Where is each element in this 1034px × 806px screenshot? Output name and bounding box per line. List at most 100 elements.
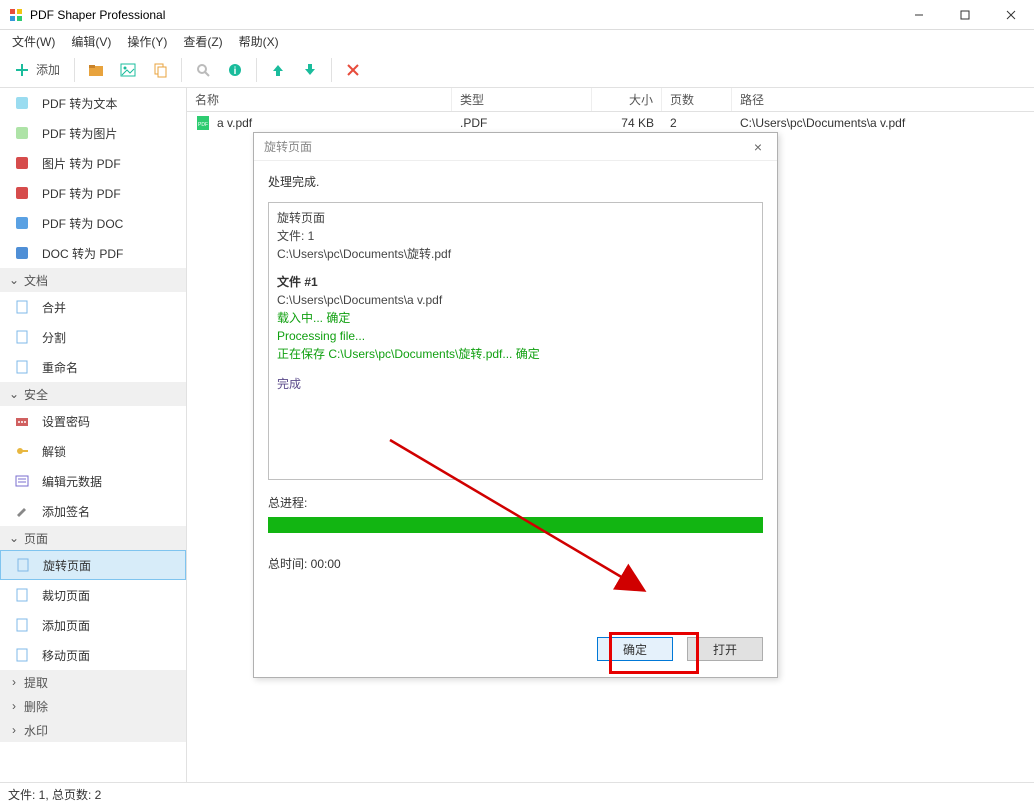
chevron-down-icon: ⌄: [8, 387, 20, 401]
sidebar-item[interactable]: 移动页面: [0, 640, 186, 670]
image-icon: [120, 62, 136, 78]
menu-edit[interactable]: 编辑(V): [63, 31, 119, 52]
section-label: 水印: [24, 722, 48, 739]
section-label: 删除: [24, 698, 48, 715]
sidebar-item[interactable]: 编辑元数据: [0, 466, 186, 496]
folder-icon: [88, 62, 104, 78]
file-row[interactable]: PDFa v.pdf .PDF 74 KB 2 C:\Users\pc\Docu…: [187, 112, 1034, 134]
up-button[interactable]: [263, 55, 293, 85]
statusbar: 文件: 1, 总页数: 2: [0, 782, 1034, 806]
sidebar-item[interactable]: PDF 转为图片: [0, 118, 186, 148]
dialog-title: 旋转页面: [264, 138, 312, 155]
sidebar-item-label: PDF 转为 PDF: [42, 185, 121, 202]
sidebar-item[interactable]: 合并: [0, 292, 186, 322]
app-icon: [8, 7, 24, 23]
info-icon: i: [227, 62, 243, 78]
open-button[interactable]: 打开: [687, 637, 763, 661]
section-watermark[interactable]: › 水印: [0, 718, 186, 742]
sidebar-item[interactable]: PDF 转为文本: [0, 88, 186, 118]
image-button[interactable]: [113, 55, 143, 85]
menubar: 文件(W) 编辑(V) 操作(Y) 查看(Z) 帮助(X): [0, 30, 1034, 52]
col-name[interactable]: 名称: [187, 88, 452, 111]
sidebar-item-label: 添加签名: [42, 503, 90, 520]
progress-dialog: 旋转页面 × 处理完成. 旋转页面 文件: 1 C:\Users\pc\Docu…: [253, 132, 778, 678]
svg-text:PDF: PDF: [198, 122, 208, 128]
add-button[interactable]: 添加: [6, 55, 68, 85]
log-line: 正在保存 C:\Users\pc\Documents\旋转.pdf... 确定: [277, 345, 754, 363]
chevron-down-icon: ⌄: [8, 531, 20, 545]
maximize-button[interactable]: [942, 0, 988, 30]
section-label: 安全: [24, 386, 48, 403]
section-delete[interactable]: ›删除: [0, 694, 186, 718]
sidebar-item[interactable]: 添加页面: [0, 610, 186, 640]
section-document[interactable]: ⌄文档: [0, 268, 186, 292]
col-pages[interactable]: 页数: [662, 88, 732, 111]
time-label: 总时间: 00:00: [268, 555, 763, 572]
page-icon: [14, 647, 30, 663]
sidebar-item-label: 合并: [42, 299, 66, 316]
menu-action[interactable]: 操作(Y): [119, 31, 175, 52]
chevron-right-icon: ›: [8, 675, 20, 689]
sidebar-item-label: 分割: [42, 329, 66, 346]
section-label: 提取: [24, 674, 48, 691]
log-line: C:\Users\pc\Documents\a v.pdf: [277, 291, 754, 309]
menu-help[interactable]: 帮助(X): [231, 31, 287, 52]
ok-button[interactable]: 确定: [597, 637, 673, 661]
page-icon: [14, 329, 30, 345]
separator: [331, 58, 332, 82]
sidebar-item[interactable]: 分割: [0, 322, 186, 352]
sidebar-item-label: 旋转页面: [43, 557, 91, 574]
col-size[interactable]: 大小: [592, 88, 662, 111]
add-button-label: 添加: [36, 61, 60, 78]
sidebar-item[interactable]: 旋转页面: [0, 550, 186, 580]
close-button[interactable]: [988, 0, 1034, 30]
sidebar-item-label: 重命名: [42, 359, 78, 376]
section-pages[interactable]: ⌄ 页面: [0, 526, 186, 550]
sidebar-item[interactable]: 图片 转为 PDF: [0, 148, 186, 178]
sidebar-item[interactable]: PDF 转为 DOC: [0, 208, 186, 238]
folder-button[interactable]: [81, 55, 111, 85]
toolbar: 添加 i: [0, 52, 1034, 88]
delete-button[interactable]: [338, 55, 368, 85]
sidebar-item[interactable]: 设置密码: [0, 406, 186, 436]
sidebar-item-label: PDF 转为文本: [42, 95, 117, 112]
log-area[interactable]: 旋转页面 文件: 1 C:\Users\pc\Documents\旋转.pdf …: [268, 202, 763, 480]
file-pages: 2: [662, 116, 732, 130]
section-security[interactable]: ⌄ 安全: [0, 382, 186, 406]
col-path[interactable]: 路径: [732, 88, 1034, 111]
minimize-button[interactable]: [896, 0, 942, 30]
menu-file[interactable]: 文件(W): [4, 31, 63, 52]
sidebar-item-label: 解锁: [42, 443, 66, 460]
search-icon: [195, 62, 211, 78]
col-type[interactable]: 类型: [452, 88, 592, 111]
pdf-icon: PDF: [195, 115, 211, 131]
copy-button[interactable]: [145, 55, 175, 85]
log-line: Processing file...: [277, 327, 754, 345]
sidebar-item[interactable]: DOC 转为 PDF: [0, 238, 186, 268]
menu-view[interactable]: 查看(Z): [175, 31, 230, 52]
section-extract[interactable]: › 提取: [0, 670, 186, 694]
svg-text:i: i: [234, 66, 237, 77]
sidebar-item[interactable]: 解锁: [0, 436, 186, 466]
file-size: 74 KB: [592, 116, 662, 130]
page-icon: [14, 299, 30, 315]
sidebar-item-label: PDF 转为 DOC: [42, 215, 123, 232]
sidebar-item-label: 添加页面: [42, 617, 90, 634]
info-button[interactable]: i: [220, 55, 250, 85]
dialog-close-button[interactable]: ×: [745, 139, 771, 155]
section-label: 页面: [24, 530, 48, 547]
progress-label: 总进程:: [268, 494, 763, 511]
sidebar-item[interactable]: 重命名: [0, 352, 186, 382]
sidebar-item[interactable]: 裁切页面: [0, 580, 186, 610]
file-name: a v.pdf: [217, 116, 252, 130]
tool-icon: [14, 473, 30, 489]
chevron-right-icon: ›: [8, 723, 20, 737]
sidebar-item[interactable]: 添加签名: [0, 496, 186, 526]
pdf-r-icon: [14, 155, 30, 171]
search-button[interactable]: [188, 55, 218, 85]
separator: [74, 58, 75, 82]
sidebar-item[interactable]: PDF 转为 PDF: [0, 178, 186, 208]
down-button[interactable]: [295, 55, 325, 85]
dialog-status: 处理完成.: [268, 173, 763, 190]
tool-icon: [14, 443, 30, 459]
